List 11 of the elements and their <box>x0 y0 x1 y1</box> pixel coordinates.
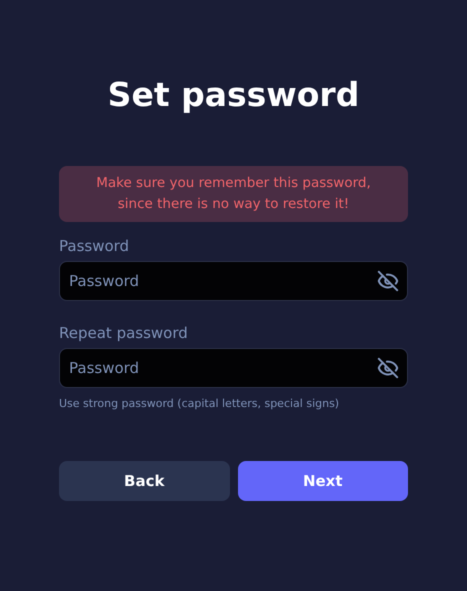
eye-off-icon[interactable] <box>377 357 399 379</box>
eye-off-icon[interactable] <box>377 270 399 292</box>
page-title: Set password <box>106 74 360 116</box>
hint-text: Use strong password (capital letters, special signs) <box>59 396 340 412</box>
password-field[interactable]: Password <box>59 348 408 388</box>
field-label: Repeat password <box>59 323 189 343</box>
warning-message: Make sure you remember this password, since there is no way to restore it! <box>59 166 408 222</box>
password-field[interactable]: Password <box>59 261 408 301</box>
field-label: Password <box>59 236 130 256</box>
back-button[interactable]: Back <box>59 461 230 501</box>
next-button[interactable]: Next <box>238 461 408 501</box>
